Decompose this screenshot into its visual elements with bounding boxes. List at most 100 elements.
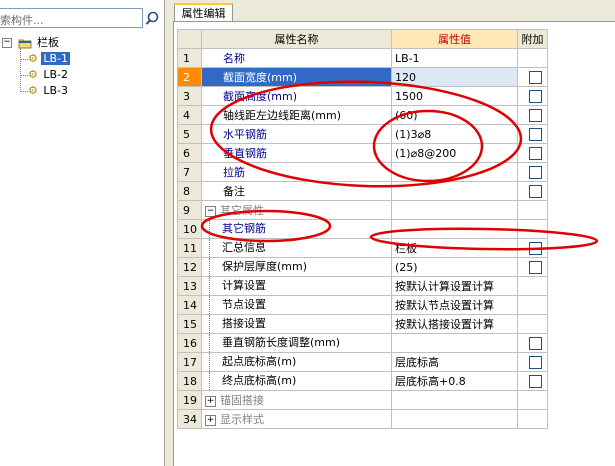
extra-checkbox[interactable] [529, 241, 542, 255]
property-row[interactable]: 12 保护层厚度(mm) (25) [177, 257, 548, 277]
property-value[interactable]: 栏板 [391, 238, 518, 258]
row-number[interactable]: 2 [177, 67, 202, 87]
extra-checkbox[interactable] [529, 260, 542, 274]
expand-icon[interactable]: + [205, 395, 216, 407]
row-number[interactable]: 9 [177, 200, 202, 220]
row-number[interactable]: 19 [177, 390, 202, 410]
property-row[interactable]: 18 终点底标高(m) 层底标高+0.8 [177, 371, 548, 391]
extra-cell [517, 105, 548, 125]
tree-indent [209, 277, 222, 295]
row-number[interactable]: 7 [177, 162, 202, 182]
property-row[interactable]: 16 垂直钢筋长度调整(mm) [177, 333, 548, 353]
property-row[interactable]: 9− 其它属性 [177, 200, 548, 220]
property-value[interactable] [391, 162, 518, 182]
property-row[interactable]: 6 垂直钢筋 (1)⌀8@200 [177, 143, 548, 163]
property-row[interactable]: 7 拉筋 [177, 162, 548, 182]
tree-indent [209, 296, 222, 314]
property-value[interactable]: 按默认搭接设置计算 [391, 314, 518, 334]
row-number[interactable]: 34 [177, 409, 202, 429]
row-number[interactable]: 4 [177, 105, 202, 125]
property-row[interactable]: 15 搭接设置 按默认搭接设置计算 [177, 314, 548, 334]
extra-checkbox[interactable] [529, 184, 542, 198]
property-value[interactable] [391, 181, 518, 201]
property-row[interactable]: 13 计算设置 按默认计算设置计算 [177, 276, 548, 296]
row-number[interactable]: 16 [177, 333, 202, 353]
row-number[interactable]: 13 [177, 276, 202, 296]
property-value[interactable]: LB-1 [391, 48, 518, 68]
extra-checkbox[interactable] [529, 70, 542, 84]
extra-checkbox[interactable] [529, 374, 542, 388]
property-value[interactable]: 120 [391, 67, 518, 87]
property-value[interactable]: (1)3⌀8 [391, 124, 518, 144]
property-name: 垂直钢筋长度调整(mm) [201, 333, 392, 353]
property-value[interactable]: 按默认计算设置计算 [391, 276, 518, 296]
property-value[interactable] [391, 390, 518, 410]
property-row[interactable]: 2 截面宽度(mm) 120 [177, 67, 548, 87]
extra-checkbox[interactable] [529, 336, 542, 350]
header-corner [177, 29, 202, 49]
property-name-label: 终点底标高(m) [222, 374, 297, 387]
row-number[interactable]: 8 [177, 181, 202, 201]
property-value[interactable]: 1500 [391, 86, 518, 106]
collapse-icon[interactable]: − [2, 38, 12, 48]
property-row[interactable]: 17 起点底标高(m) 层底标高 [177, 352, 548, 372]
row-number[interactable]: 3 [177, 86, 202, 106]
property-name: 保护层厚度(mm) [201, 257, 392, 277]
property-value[interactable]: (25) [391, 257, 518, 277]
collapse-icon[interactable]: − [205, 205, 216, 217]
property-row[interactable]: 8 备注 [177, 181, 548, 201]
tree-indent [209, 220, 222, 238]
extra-cell [517, 162, 548, 182]
row-number[interactable]: 6 [177, 143, 202, 163]
property-row[interactable]: 34 + 显示样式 [177, 409, 548, 429]
property-value[interactable]: (60) [391, 105, 518, 125]
expand-icon[interactable]: + [205, 414, 216, 426]
tree-item-lb-2[interactable]: ⚙ LB-2 [28, 67, 70, 83]
tree-item-lb-3[interactable]: ⚙ LB-3 [28, 83, 70, 99]
row-number[interactable]: 15 [177, 314, 202, 334]
header-extra[interactable]: 附加 [517, 29, 548, 49]
property-value[interactable] [391, 409, 518, 429]
property-row[interactable]: 3 截面高度(mm) 1500 [177, 86, 548, 106]
row-number[interactable]: 10 [177, 219, 202, 239]
row-number[interactable]: 17 [177, 352, 202, 372]
property-value[interactable] [391, 200, 518, 220]
header-value[interactable]: 属性值 [391, 29, 518, 49]
property-value[interactable]: 层底标高 [391, 352, 518, 372]
property-row[interactable]: 1 名称 LB-1 [177, 48, 548, 68]
property-row[interactable]: 19 + 锚固搭接 [177, 390, 548, 410]
tab-property-edit[interactable]: 属性编辑 [174, 3, 233, 21]
row-number[interactable]: 11 [177, 238, 202, 258]
property-value[interactable]: 层底标高+0.8 [391, 371, 518, 391]
row-number[interactable]: 18 [177, 371, 202, 391]
property-value[interactable]: 按默认节点设置计算 [391, 295, 518, 315]
search-button[interactable] [144, 8, 162, 28]
property-value[interactable] [391, 219, 518, 239]
gear-icon: ⚙ [28, 68, 38, 81]
property-value[interactable] [391, 333, 518, 353]
search-input[interactable]: 索构件... [0, 8, 143, 28]
row-number[interactable]: 12 [177, 257, 202, 277]
row-number[interactable]: 5 [177, 124, 202, 144]
extra-checkbox[interactable] [529, 108, 542, 122]
property-row[interactable]: 5 水平钢筋 (1)3⌀8 [177, 124, 548, 144]
property-row[interactable]: 14 节点设置 按默认节点设置计算 [177, 295, 548, 315]
property-value[interactable]: (1)⌀8@200 [391, 143, 518, 163]
extra-checkbox[interactable] [529, 89, 542, 103]
property-name: 节点设置 [201, 295, 392, 315]
extra-cell [517, 333, 548, 353]
row-number[interactable]: 14 [177, 295, 202, 315]
folder-icon [18, 38, 32, 49]
row-number[interactable]: 1 [177, 48, 202, 68]
extra-checkbox[interactable] [529, 165, 542, 179]
extra-checkbox[interactable] [529, 127, 542, 141]
property-row[interactable]: 4 轴线距左边线距离(mm) (60) [177, 105, 548, 125]
property-name-label: 其它属性 [220, 204, 264, 217]
tree-item-lb-1[interactable]: ⚙ LB-1 [28, 51, 72, 67]
tree-root-row[interactable]: − 栏板 [2, 35, 61, 51]
extra-checkbox[interactable] [529, 355, 542, 369]
extra-checkbox[interactable] [529, 146, 542, 160]
property-row[interactable]: 11 汇总信息 栏板 [177, 238, 548, 258]
header-name[interactable]: 属性名称 [201, 29, 392, 49]
property-row[interactable]: 10 其它钢筋 [177, 219, 548, 239]
